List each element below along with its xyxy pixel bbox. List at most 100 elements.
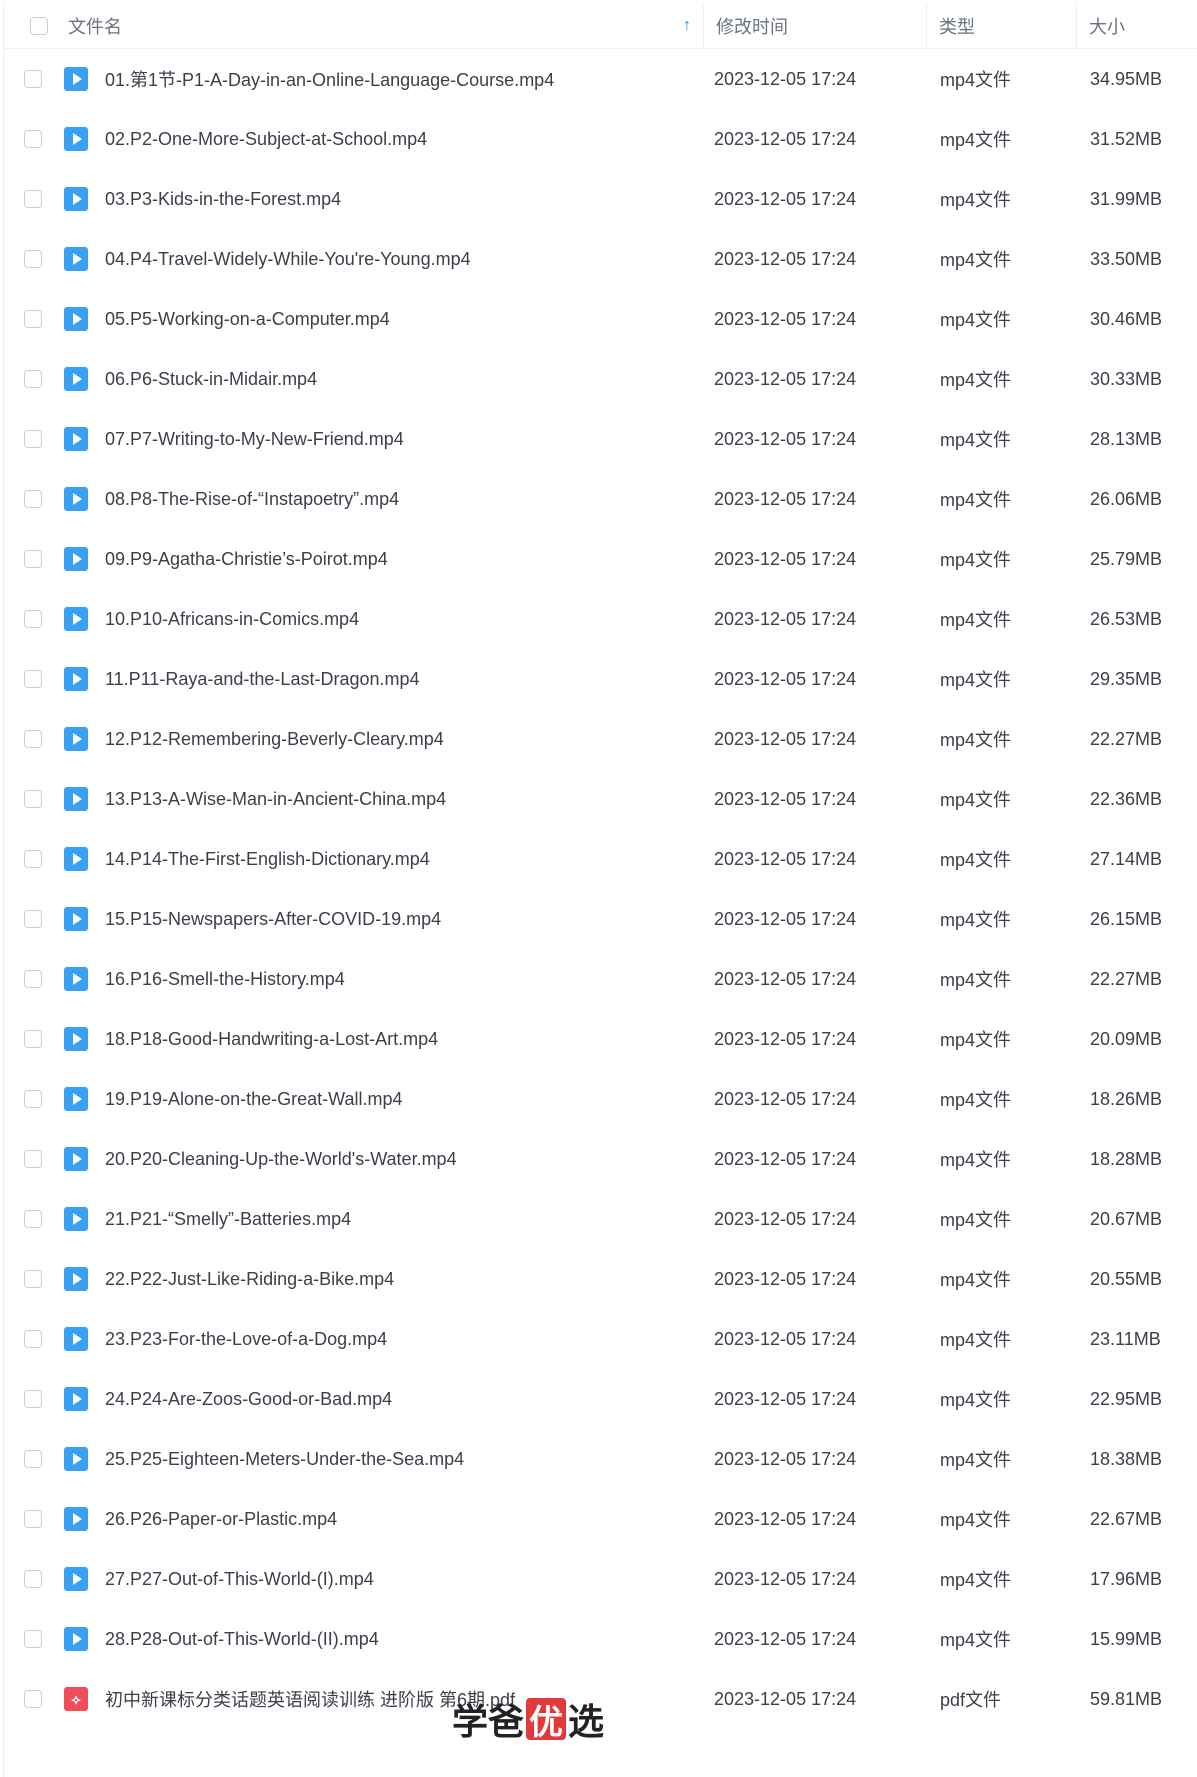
file-name[interactable]: 16.P16-Smell-the-History.mp4 [105, 969, 714, 990]
file-row[interactable]: 21.P21-“Smelly”-Batteries.mp4 2023-12-05 … [4, 1189, 1197, 1249]
file-name[interactable]: 26.P26-Paper-or-Plastic.mp4 [105, 1509, 714, 1530]
row-checkbox[interactable] [24, 190, 42, 208]
file-name[interactable]: 28.P28-Out-of-This-World-(II).mp4 [105, 1629, 714, 1650]
file-row[interactable]: 10.P10-Africans-in-Comics.mp4 2023-12-05 … [4, 589, 1197, 649]
row-checkbox[interactable] [24, 1510, 42, 1528]
row-checkbox[interactable] [24, 70, 42, 88]
file-row[interactable]: 28.P28-Out-of-This-World-(II).mp4 2023-12… [4, 1609, 1197, 1669]
row-checkbox[interactable] [24, 310, 42, 328]
file-name[interactable]: 21.P21-“Smelly”-Batteries.mp4 [105, 1209, 714, 1230]
file-row[interactable]: 22.P22-Just-Like-Riding-a-Bike.mp4 2023-1… [4, 1249, 1197, 1309]
file-name[interactable]: 15.P15-Newspapers-After-COVID-19.mp4 [105, 909, 714, 930]
column-header-type[interactable]: 类型 [927, 4, 1077, 48]
row-checkbox[interactable] [24, 1150, 42, 1168]
file-name[interactable]: 11.P11-Raya-and-the-Last-Dragon.mp4 [105, 669, 714, 690]
file-row[interactable]: 03.P3-Kids-in-the-Forest.mp4 2023-12-05 1… [4, 169, 1197, 229]
file-row[interactable]: 16.P16-Smell-the-History.mp4 2023-12-05 1… [4, 949, 1197, 1009]
file-name[interactable]: 25.P25-Eighteen-Meters-Under-the-Sea.mp4 [105, 1449, 714, 1470]
file-row[interactable]: 05.P5-Working-on-a-Computer.mp4 2023-12-0… [4, 289, 1197, 349]
file-row[interactable]: 09.P9-Agatha-Christie’s-Poirot.mp4 2023-1… [4, 529, 1197, 589]
row-checkbox[interactable] [24, 610, 42, 628]
row-checkbox[interactable] [24, 1690, 42, 1708]
file-row[interactable]: 27.P27-Out-of-This-World-(I).mp4 2023-12-… [4, 1549, 1197, 1609]
row-checkbox[interactable] [24, 850, 42, 868]
row-checkbox[interactable] [24, 1630, 42, 1648]
file-name[interactable]: 01.第1节-P1-A-Day-in-an-Online-Language-Co… [105, 66, 714, 92]
file-name[interactable]: 07.P7-Writing-to-My-New-Friend.mp4 [105, 429, 714, 450]
row-checkbox[interactable] [24, 490, 42, 508]
file-row[interactable]: 24.P24-Are-Zoos-Good-or-Bad.mp4 2023-12-0… [4, 1369, 1197, 1429]
row-checkbox[interactable] [24, 1570, 42, 1588]
row-checkbox[interactable] [24, 1090, 42, 1108]
file-name[interactable]: 20.P20-Cleaning-Up-the-World's-Water.mp4 [105, 1149, 714, 1170]
file-name[interactable]: 12.P12-Remembering-Beverly-Cleary.mp4 [105, 729, 714, 750]
select-all-checkbox[interactable] [30, 17, 48, 35]
row-checkbox[interactable] [24, 1030, 42, 1048]
file-size: 15.99MB [1090, 1628, 1163, 1649]
column-header-name[interactable]: 文件名 ↑ [68, 4, 704, 48]
file-row[interactable]: 13.P13-A-Wise-Man-in-Ancient-China.mp4 20… [4, 769, 1197, 829]
file-row[interactable]: 20.P20-Cleaning-Up-the-World's-Water.mp4… [4, 1129, 1197, 1189]
file-name[interactable]: 04.P4-Travel-Widely-While-You're-Young.m… [105, 249, 714, 270]
file-row[interactable]: 04.P4-Travel-Widely-While-You're-Young.m… [4, 229, 1197, 289]
file-row[interactable]: 23.P23-For-the-Love-of-a-Dog.mp4 2023-12-… [4, 1309, 1197, 1369]
row-checkbox-cell [4, 130, 57, 148]
row-checkbox[interactable] [24, 130, 42, 148]
row-checkbox[interactable] [24, 1210, 42, 1228]
file-row[interactable]: 15.P15-Newspapers-After-COVID-19.mp4 2023… [4, 889, 1197, 949]
row-checkbox[interactable] [24, 550, 42, 568]
file-name[interactable]: 03.P3-Kids-in-the-Forest.mp4 [105, 189, 714, 210]
file-name[interactable]: 06.P6-Stuck-in-Midair.mp4 [105, 369, 714, 390]
file-modified-time: 2023-12-05 17:24 [714, 1508, 857, 1529]
file-row[interactable]: 11.P11-Raya-and-the-Last-Dragon.mp4 2023-… [4, 649, 1197, 709]
file-name[interactable]: 14.P14-The-First-English-Dictionary.mp4 [105, 849, 714, 870]
file-row[interactable]: 07.P7-Writing-to-My-New-Friend.mp4 2023-1… [4, 409, 1197, 469]
file-name[interactable]: 08.P8-The-Rise-of-“Instapoetry”.mp4 [105, 489, 714, 510]
file-name[interactable]: 10.P10-Africans-in-Comics.mp4 [105, 609, 714, 630]
file-row[interactable]: 12.P12-Remembering-Beverly-Cleary.mp4 202… [4, 709, 1197, 769]
row-checkbox[interactable] [24, 670, 42, 688]
file-row[interactable]: 02.P2-One-More-Subject-at-School.mp4 2023… [4, 109, 1197, 169]
file-type: mp4文件 [940, 490, 1012, 510]
file-row[interactable]: 19.P19-Alone-on-the-Great-Wall.mp4 2023-1… [4, 1069, 1197, 1129]
row-checkbox[interactable] [24, 430, 42, 448]
file-name[interactable]: 05.P5-Working-on-a-Computer.mp4 [105, 309, 714, 330]
file-row[interactable]: 14.P14-The-First-English-Dictionary.mp4 2… [4, 829, 1197, 889]
file-row[interactable]: 25.P25-Eighteen-Meters-Under-the-Sea.mp4… [4, 1429, 1197, 1489]
row-checkbox[interactable] [24, 1450, 42, 1468]
column-header-modified[interactable]: 修改时间 [704, 4, 927, 48]
file-name[interactable]: 22.P22-Just-Like-Riding-a-Bike.mp4 [105, 1269, 714, 1290]
row-checkbox[interactable] [24, 910, 42, 928]
row-checkbox[interactable] [24, 250, 42, 268]
file-row[interactable]: 06.P6-Stuck-in-Midair.mp4 2023-12-05 17:2… [4, 349, 1197, 409]
row-checkbox[interactable] [24, 790, 42, 808]
file-icon-cell [57, 1267, 105, 1291]
file-modified-time: 2023-12-05 17:24 [714, 1028, 857, 1049]
file-name[interactable]: 24.P24-Are-Zoos-Good-or-Bad.mp4 [105, 1389, 714, 1410]
sort-ascending-icon[interactable]: ↑ [683, 17, 691, 35]
row-checkbox[interactable] [24, 1330, 42, 1348]
row-checkbox[interactable] [24, 1270, 42, 1288]
file-row[interactable]: 18.P18-Good-Handwriting-a-Lost-Art.mp4 20… [4, 1009, 1197, 1069]
file-row[interactable]: 01.第1节-P1-A-Day-in-an-Online-Language-Co… [4, 49, 1197, 109]
row-checkbox[interactable] [24, 970, 42, 988]
file-type: pdf文件 [940, 1690, 1002, 1710]
file-name[interactable]: 13.P13-A-Wise-Man-in-Ancient-China.mp4 [105, 789, 714, 810]
file-name[interactable]: 09.P9-Agatha-Christie’s-Poirot.mp4 [105, 549, 714, 570]
row-checkbox[interactable] [24, 1390, 42, 1408]
file-name[interactable]: 18.P18-Good-Handwriting-a-Lost-Art.mp4 [105, 1029, 714, 1050]
video-file-icon [64, 787, 88, 811]
file-name[interactable]: 23.P23-For-the-Love-of-a-Dog.mp4 [105, 1329, 714, 1350]
file-name[interactable]: 02.P2-One-More-Subject-at-School.mp4 [105, 129, 714, 150]
row-checkbox[interactable] [24, 730, 42, 748]
video-file-icon [64, 307, 88, 331]
file-row[interactable]: 26.P26-Paper-or-Plastic.mp4 2023-12-05 17… [4, 1489, 1197, 1549]
file-name[interactable]: 19.P19-Alone-on-the-Great-Wall.mp4 [105, 1089, 714, 1110]
column-header-size[interactable]: 大小 [1077, 4, 1197, 48]
file-modified-time: 2023-12-05 17:24 [714, 908, 857, 929]
file-name[interactable]: 27.P27-Out-of-This-World-(I).mp4 [105, 1569, 714, 1590]
file-name[interactable]: 初中新课标分类话题英语阅读训练 进阶版 第6期.pdf [105, 1686, 714, 1712]
file-row[interactable]: 08.P8-The-Rise-of-“Instapoetry”.mp4 2023-… [4, 469, 1197, 529]
file-size: 17.96MB [1090, 1568, 1163, 1589]
row-checkbox[interactable] [24, 370, 42, 388]
